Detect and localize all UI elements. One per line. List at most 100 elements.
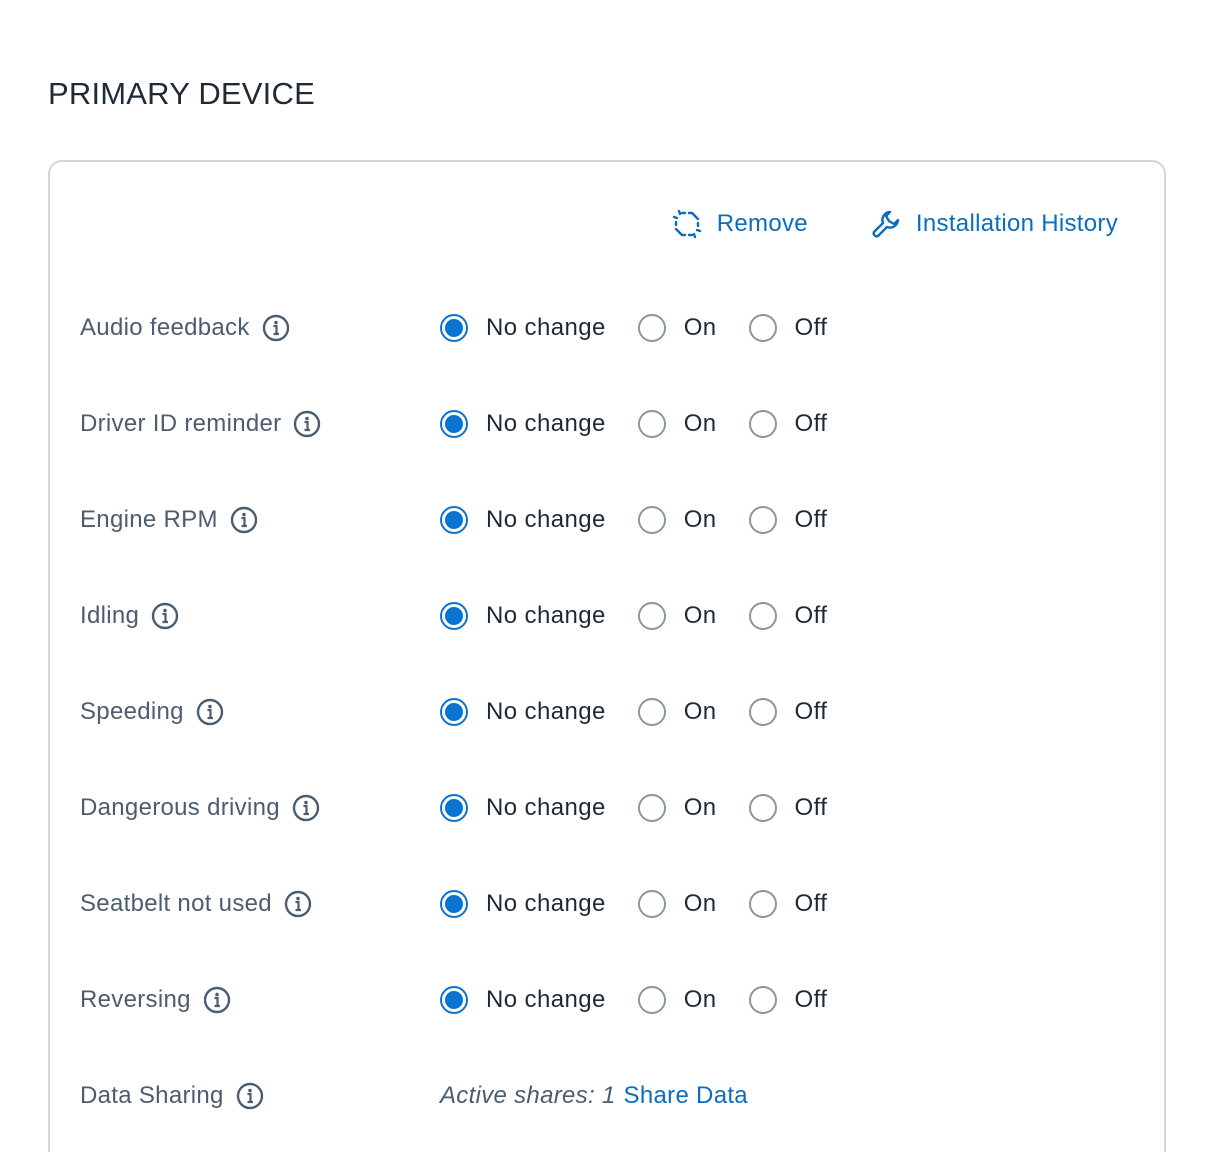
setting-row: Reversing No change On Off [80,952,859,1048]
setting-label-cell: Driver ID reminder [80,410,440,438]
radio-option-off[interactable]: Off [748,506,828,534]
page: PRIMARY DEVICE Remove Installation Histo… [0,0,1216,1152]
radio-option-on[interactable]: On [637,986,717,1014]
radio-option-no-change[interactable]: No change [440,314,606,342]
setting-label: Driver ID reminder [80,410,282,437]
radio-button[interactable] [440,602,468,630]
info-icon[interactable] [292,794,320,822]
radio-button[interactable] [440,506,468,534]
data-sharing-label: Data Sharing [80,1082,224,1109]
radio-option-no-change[interactable]: No change [440,986,606,1014]
radio-label: On [683,602,717,629]
radio-button[interactable] [440,410,468,438]
radio-option-on[interactable]: On [637,794,717,822]
info-icon[interactable] [284,890,312,918]
setting-label-cell: Engine RPM [80,506,440,534]
installation-history-button[interactable]: Installation History [870,208,1118,240]
share-data-link[interactable]: Share Data [624,1082,748,1110]
radio-button[interactable] [748,794,777,822]
radio-option-off[interactable]: Off [748,698,828,726]
radio-button[interactable] [748,890,777,918]
remove-label: Remove [716,210,808,237]
setting-label: Engine RPM [80,506,218,533]
active-shares-text: Active shares: 1 [440,1082,616,1109]
radio-option-off[interactable]: Off [748,314,828,342]
radio-button[interactable] [440,986,468,1014]
radio-label: Off [794,698,828,725]
unlink-icon [672,209,701,239]
radio-button[interactable] [637,986,666,1014]
radio-option-no-change[interactable]: No change [440,890,606,918]
radio-button[interactable] [637,890,666,918]
radio-button[interactable] [748,986,777,1014]
radio-option-on[interactable]: On [637,314,717,342]
info-icon[interactable] [151,602,179,630]
info-icon[interactable] [196,698,224,726]
radio-button[interactable] [637,506,666,534]
wrench-icon [872,210,900,238]
setting-row: Audio feedback No change On Off [80,280,859,376]
radio-group: No change On Off [440,506,859,534]
radio-button[interactable] [637,602,666,630]
setting-row: Driver ID reminder No change On Off [80,376,859,472]
setting-row: Engine RPM No change On Off [80,472,859,568]
setting-label: Idling [80,602,140,629]
setting-label-cell: Dangerous driving [80,794,440,822]
radio-option-off[interactable]: Off [748,794,828,822]
remove-button[interactable]: Remove [671,208,808,240]
radio-option-no-change[interactable]: No change [440,602,606,630]
radio-button[interactable] [748,698,777,726]
radio-label: No change [486,794,606,821]
info-icon[interactable] [236,1082,264,1110]
radio-group: No change On Off [440,794,859,822]
radio-option-no-change[interactable]: No change [440,794,606,822]
setting-label-cell: Reversing [80,986,440,1014]
radio-label: No change [486,410,606,437]
radio-button[interactable] [748,602,777,630]
setting-row: Idling No change On Off [80,568,859,664]
radio-label: Off [794,602,828,629]
section-title: PRIMARY DEVICE [48,76,315,111]
radio-button[interactable] [748,506,777,534]
radio-label: No change [486,890,606,917]
info-icon[interactable] [262,314,290,342]
radio-option-on[interactable]: On [637,602,717,630]
radio-button[interactable] [440,890,468,918]
radio-option-no-change[interactable]: No change [440,506,606,534]
info-icon[interactable] [203,986,231,1014]
setting-label-cell: Speeding [80,698,440,726]
radio-option-on[interactable]: On [637,506,717,534]
radio-button[interactable] [637,794,666,822]
radio-option-on[interactable]: On [637,410,717,438]
radio-group: No change On Off [440,698,859,726]
radio-group: No change On Off [440,986,859,1014]
radio-option-off[interactable]: Off [748,890,828,918]
radio-label: Off [794,410,828,437]
setting-row: Seatbelt not used No change On Off [80,856,859,952]
radio-option-no-change[interactable]: No change [440,410,606,438]
radio-option-off[interactable]: Off [748,986,828,1014]
radio-button[interactable] [440,314,468,342]
radio-label: No change [486,986,606,1013]
radio-label: Off [794,890,828,917]
radio-button[interactable] [637,410,666,438]
radio-button[interactable] [637,698,666,726]
radio-option-on[interactable]: On [637,890,717,918]
radio-label: Off [794,506,828,533]
radio-group: No change On Off [440,314,859,342]
setting-label: Reversing [80,986,191,1013]
radio-button[interactable] [748,314,777,342]
radio-button[interactable] [440,794,468,822]
setting-label: Dangerous driving [80,794,280,821]
radio-label: Off [794,986,828,1013]
info-icon[interactable] [293,410,321,438]
info-icon[interactable] [230,506,258,534]
radio-option-on[interactable]: On [637,698,717,726]
radio-button[interactable] [440,698,468,726]
radio-button[interactable] [748,410,777,438]
radio-option-off[interactable]: Off [748,602,828,630]
radio-button[interactable] [637,314,666,342]
radio-option-off[interactable]: Off [748,410,828,438]
data-sharing-label-cell: Data Sharing [80,1082,440,1110]
radio-option-no-change[interactable]: No change [440,698,606,726]
